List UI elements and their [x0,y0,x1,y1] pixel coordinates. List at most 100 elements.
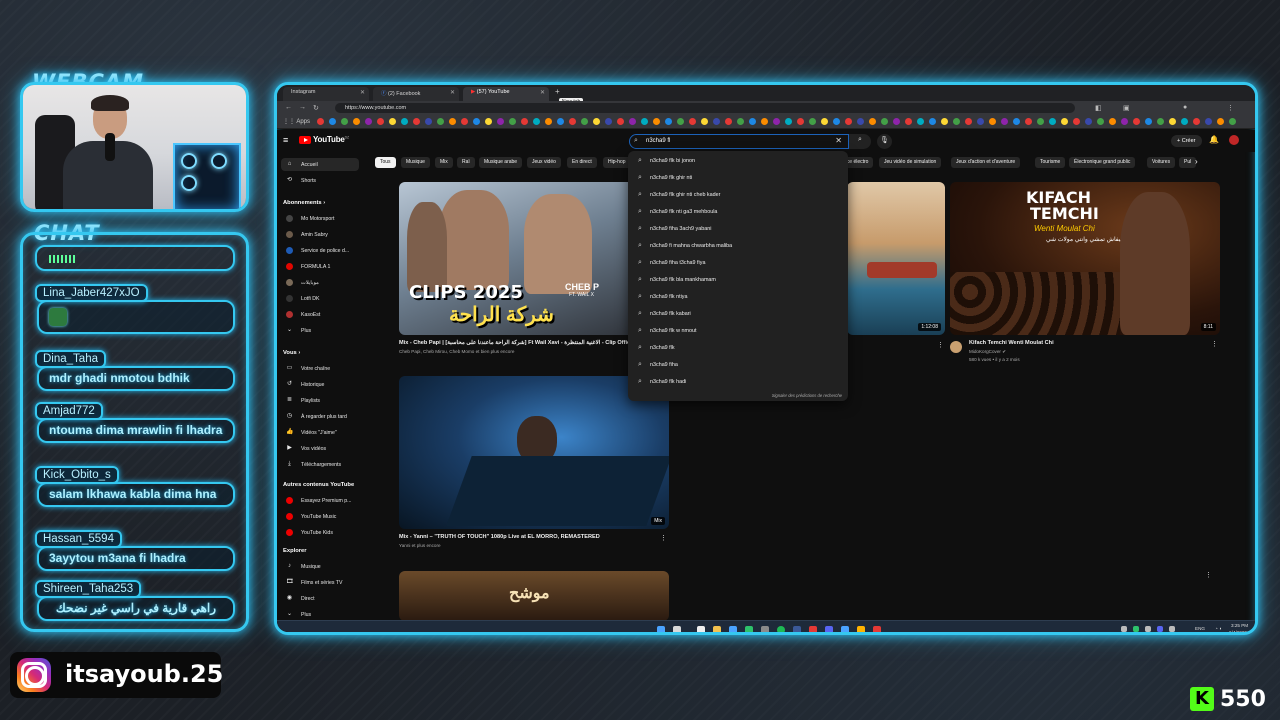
bookmark-icon[interactable] [761,118,768,125]
suggestion-item[interactable]: ⌕ n3cha9 fiha [628,357,848,374]
bookmark-icon[interactable] [1085,118,1092,125]
video-menu-icon[interactable]: ⋮ [1205,571,1212,579]
sidebar-item-subscription[interactable]: KasoEst [281,308,359,321]
new-tab-button[interactable]: + [555,87,560,96]
video-channel[interactable]: Cheb Papi, Cheb Mirou, Cheb Momo et bien… [399,349,514,354]
app-icon[interactable] [809,626,817,632]
bookmark-icon[interactable] [869,118,876,125]
bookmark-icon[interactable] [773,118,780,125]
bookmark-icon[interactable] [365,118,372,125]
bookmark-icon[interactable] [617,118,624,125]
bookmark-icon[interactable] [749,118,756,125]
bookmark-icon[interactable] [413,118,420,125]
tray-icon[interactable] [1133,626,1139,632]
tab-facebook[interactable]: ⓕ (2) Facebook ✕ [373,87,459,101]
sidebar-item-shorts[interactable]: ⟲ Shorts [281,174,359,187]
language-indicator[interactable]: ENG [1195,626,1205,631]
chip[interactable]: Musique arabe [479,157,523,168]
chip[interactable]: Jeux vidéo [527,157,561,168]
bookmark-icon[interactable] [629,118,636,125]
bookmark-icon[interactable] [917,118,924,125]
chip[interactable]: Hip-hop [603,157,631,168]
bookmark-icon[interactable] [461,118,468,125]
bookmark-icon[interactable] [1097,118,1104,125]
bookmark-icon[interactable] [977,118,984,125]
bookmark-icon[interactable] [593,118,600,125]
bookmark-icon[interactable] [713,118,720,125]
report-predictions-link[interactable]: Signaler des prédictions de recherche [772,393,842,398]
sidebar-item-liked-videos[interactable]: 👍 Vidéos "J'aime" [281,426,359,439]
suggestion-item[interactable]: ⌕ n3cha9 flk w nmout [628,323,848,340]
bookmark-icon[interactable] [341,118,348,125]
bookmark-icon[interactable] [1061,118,1068,125]
sidebar-item-youtube-kids[interactable]: YouTube Kids [281,526,359,539]
bookmark-icon[interactable] [605,118,612,125]
bookmark-icon[interactable] [797,118,804,125]
clear-search-icon[interactable]: ✕ [835,136,842,145]
bookmark-icon[interactable] [905,118,912,125]
tray-icon[interactable] [1157,626,1163,632]
taskbar-time[interactable]: 3:25 PM [1231,623,1248,628]
video-title[interactable]: Kifach Temchi Wenti Moulat Chi [969,340,1054,346]
bookmark-icon[interactable] [833,118,840,125]
bookmark-icon[interactable] [845,118,852,125]
video-menu-icon[interactable]: ⋮ [937,341,944,349]
bookmark-icon[interactable] [641,118,648,125]
sidebar-item-more[interactable]: ⌄ Plus [281,324,359,337]
bookmark-icon[interactable] [1145,118,1152,125]
suggestion-item[interactable]: ⌕ n3cha9 fiha t3cha9 fiya [628,255,848,272]
avatar[interactable] [1229,135,1239,145]
bookmark-icon[interactable] [473,118,480,125]
suggestion-item[interactable]: ⌕ n3cha9 flk nti ga3 mehboula [628,204,848,221]
chip[interactable]: En direct [567,157,597,168]
taskbar-date[interactable]: 6/4/2025 [1229,630,1247,632]
bookmark-icon[interactable] [941,118,948,125]
bookmark-icon[interactable] [1025,118,1032,125]
bookmark-icon[interactable] [377,118,384,125]
bookmark-icon[interactable] [1133,118,1140,125]
video-menu-icon[interactable]: ⋮ [660,534,667,542]
profile-icon[interactable]: ● [1183,104,1187,111]
video-title[interactable]: Mix - Cheb Papi | [شركة الراحة ماعندنا ع… [399,340,636,346]
sidebar-heading-subscriptions[interactable]: Abonnements › [283,200,325,206]
file-explorer-icon[interactable] [713,626,721,632]
sidebar-item-music[interactable]: ♪ Musique [281,560,359,573]
bookmark-icon[interactable] [353,118,360,125]
bookmark-icon[interactable] [737,118,744,125]
chip[interactable]: Musique [401,157,430,168]
sidebar-item-movies[interactable]: 🎞 Films et séries TV [281,576,359,589]
bookmark-icon[interactable] [1205,118,1212,125]
bookmark-icon[interactable] [329,118,336,125]
network-icon[interactable]: ◔ ◖ [1215,626,1222,631]
suggestion-item[interactable]: ⌕ n3cha9 flk ghir nti cheb kader [628,187,848,204]
extension-icon[interactable]: ◧ [1095,104,1102,112]
bookmark-icon[interactable] [857,118,864,125]
sidebar-item-subscription[interactable]: موبايلات [281,276,359,289]
bookmark-icon[interactable] [389,118,396,125]
bookmark-icon[interactable] [521,118,528,125]
bookmark-icon[interactable] [677,118,684,125]
bookmark-icon[interactable] [545,118,552,125]
sidebar-item-premium[interactable]: Essayez Premium p... [281,494,359,507]
sidebar-item-subscription[interactable]: Mo Motorsport [281,212,359,225]
tray-icon[interactable] [1169,626,1175,632]
app-icon[interactable] [841,626,849,632]
bookmark-icon[interactable] [485,118,492,125]
forward-icon[interactable]: → [299,104,306,111]
spotify-icon[interactable] [777,626,785,632]
bookmark-icon[interactable] [965,118,972,125]
bookmark-icon[interactable] [449,118,456,125]
bookmark-icon[interactable] [1169,118,1176,125]
bookmark-icon[interactable] [893,118,900,125]
channel-avatar[interactable] [950,341,962,353]
bookmark-icon[interactable] [785,118,792,125]
bookmark-icon[interactable] [509,118,516,125]
chip[interactable]: Jeux d'action et d'aventure [951,157,1021,168]
bookmark-icon[interactable] [1001,118,1008,125]
bookmark-icon[interactable] [725,118,732,125]
search-icon[interactable] [673,626,681,632]
create-button[interactable]: + Créer [1171,135,1202,147]
suggestion-item[interactable]: ⌕ n3cha9 flk bla mankhamam [628,272,848,289]
bookmark-icon[interactable] [581,118,588,125]
tray-icon[interactable] [1145,626,1151,632]
